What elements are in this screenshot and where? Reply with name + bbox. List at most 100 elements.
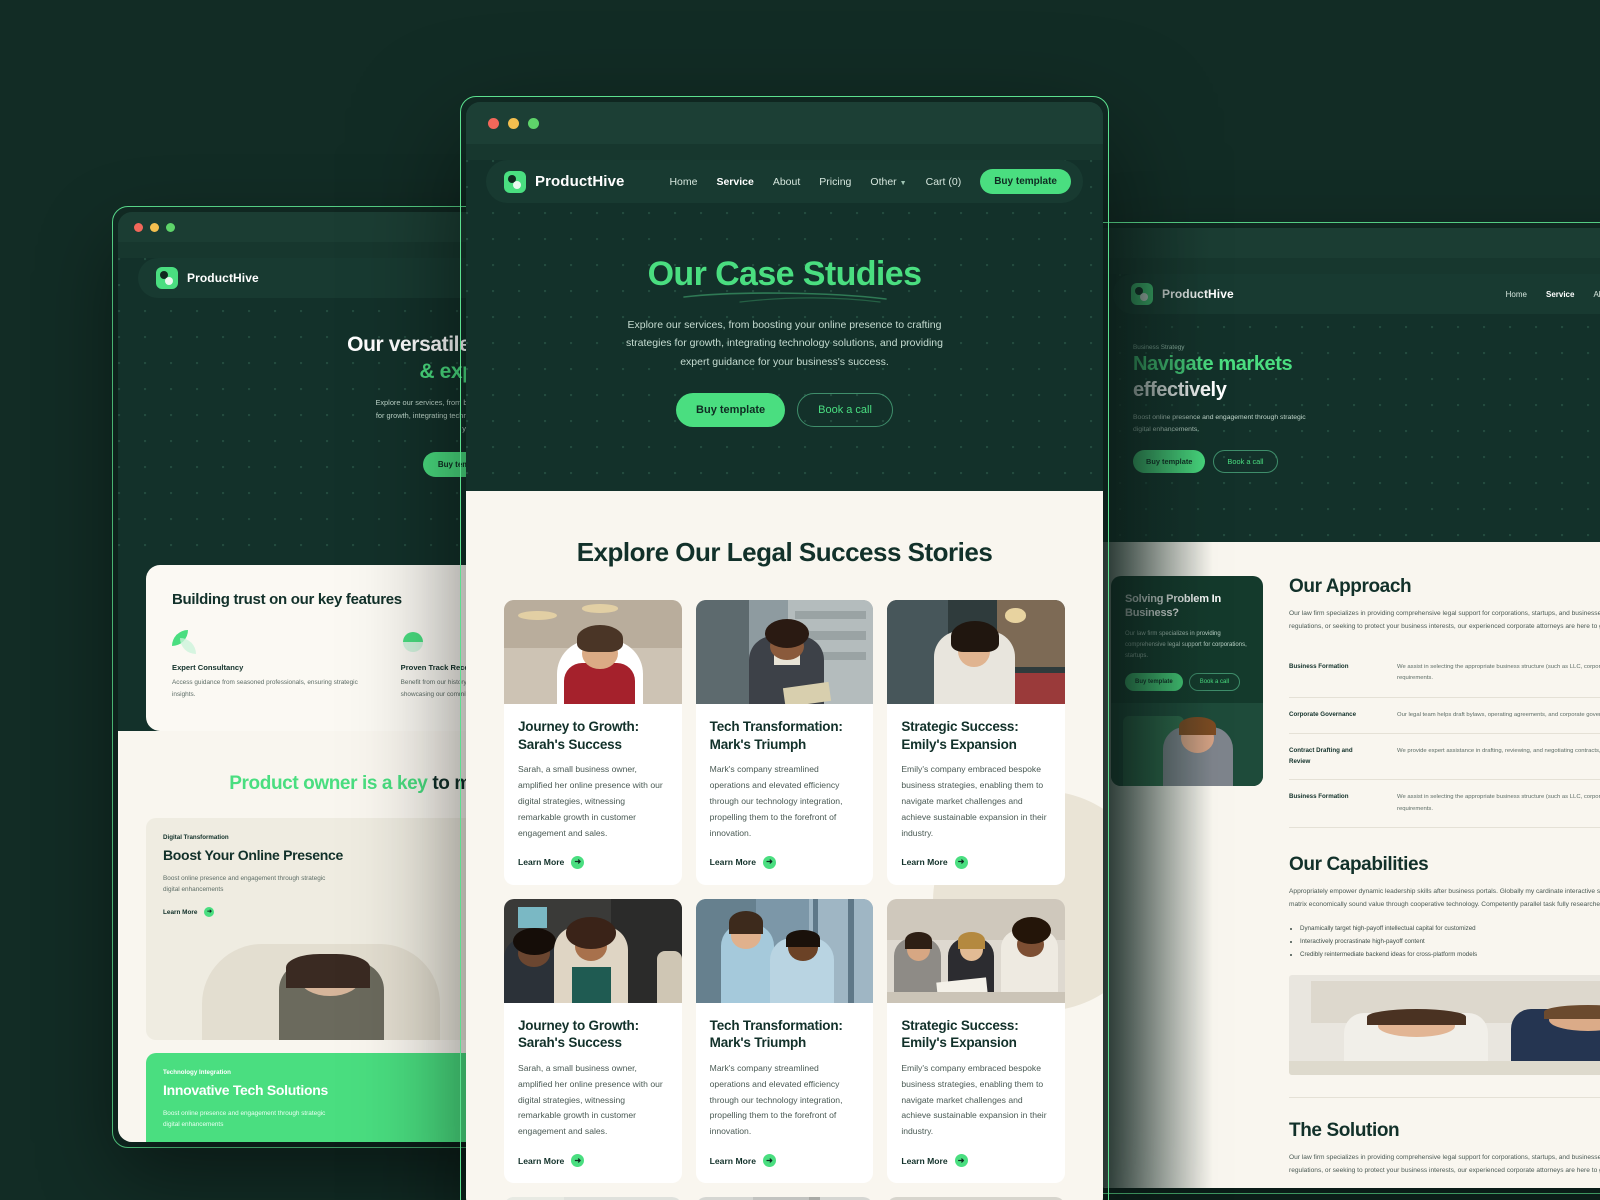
case-study-card[interactable]: Journey to Growth: Sarah's Success Sarah… bbox=[504, 898, 682, 1184]
definition-term: Contract Drafting and Review bbox=[1289, 747, 1353, 765]
service-card-tag: Technology Integration bbox=[163, 1069, 231, 1077]
case-study-grid: Journey to Growth: Sarah's Success Sarah… bbox=[466, 600, 1103, 1200]
right-navbar: ProductHive Home Service About Pricing O… bbox=[1113, 274, 1600, 314]
section-title: Explore Our Legal Success Stories bbox=[576, 537, 993, 568]
learn-more-link[interactable]: Learn More ➜ bbox=[709, 855, 860, 869]
case-study-card[interactable]: Tech Transformation: Mark's Triumph Mark… bbox=[695, 600, 874, 885]
learn-more-link[interactable]: Learn More ➜ bbox=[901, 1154, 1051, 1168]
card-body: Journey to Growth: Sarah's Success Sarah… bbox=[504, 704, 682, 885]
hive-logo-icon bbox=[504, 170, 526, 193]
learn-more-label: Learn More bbox=[163, 908, 198, 916]
case-study-card[interactable]: Journey to Growth: Sarah's Success Sarah… bbox=[504, 600, 682, 885]
right-book-call-button[interactable]: Book a call bbox=[1213, 450, 1278, 474]
definition-row: Contract Drafting and Review We provide … bbox=[1289, 734, 1600, 781]
nav-item-about[interactable]: About bbox=[773, 176, 800, 188]
nav-item-pricing[interactable]: Pricing bbox=[819, 176, 851, 188]
brand-name: ProductHive bbox=[187, 271, 259, 285]
learn-more-link[interactable]: Learn More ➜ bbox=[709, 1154, 860, 1168]
definition-row: Business Formation We assist in selectin… bbox=[1289, 780, 1600, 829]
capabilities-lead: Appropriately empower dynamic leadership… bbox=[1289, 888, 1600, 909]
nav-item-service[interactable]: Service bbox=[1546, 290, 1574, 299]
definition-term: Business Formation bbox=[1289, 793, 1349, 801]
hero-buttons: Buy template Book a call bbox=[546, 393, 1023, 428]
maximize-traffic-light-icon[interactable] bbox=[166, 222, 175, 232]
hero-buy-template-button[interactable]: Buy template bbox=[676, 393, 786, 428]
learn-more-label: Learn More bbox=[518, 1155, 565, 1166]
learn-more-link[interactable]: Learn More ➜ bbox=[163, 907, 480, 918]
right-window-titlebar bbox=[1093, 228, 1600, 258]
learn-more-label: Learn More bbox=[709, 857, 756, 868]
hero-book-call-button[interactable]: Book a call bbox=[797, 393, 893, 428]
arrow-right-icon: ➜ bbox=[954, 1154, 968, 1168]
service-card[interactable]: Digital Transformation Boost Your Online… bbox=[146, 818, 497, 1041]
learn-more-label: Learn More bbox=[901, 1155, 948, 1166]
center-hero-content: Our Case Studies Explore our services, f… bbox=[466, 203, 1103, 491]
card-photo bbox=[887, 898, 1065, 1003]
learn-more-link[interactable]: Learn More ➜ bbox=[518, 855, 668, 869]
nav-item-about[interactable]: About bbox=[1593, 290, 1600, 299]
learn-more-label: Learn More bbox=[709, 1155, 756, 1166]
feature-title: Expert Consultancy bbox=[172, 662, 244, 672]
right-main-column: Our Approach Our law firm specializes in… bbox=[1263, 576, 1600, 1188]
buy-template-button[interactable]: Buy template bbox=[980, 169, 1071, 194]
minimize-traffic-light-icon[interactable] bbox=[150, 222, 159, 232]
card-desc: Sarah, a small business owner, amplified… bbox=[518, 764, 663, 838]
right-brand[interactable]: ProductHive bbox=[1131, 283, 1234, 305]
learn-more-label: Learn More bbox=[518, 857, 565, 868]
maximize-traffic-light-icon[interactable] bbox=[528, 117, 539, 129]
capabilities-heading: Our Capabilities bbox=[1289, 854, 1429, 876]
quarter-pie-icon bbox=[172, 629, 196, 654]
case-study-card[interactable]: Tech Transformation: Mark's Triumph Mark… bbox=[695, 898, 874, 1184]
service-card-title: Innovative Tech Solutions bbox=[163, 1082, 328, 1099]
right-buy-template-button[interactable]: Buy template bbox=[1133, 450, 1206, 474]
case-study-card[interactable]: Strategic Success: Emily's Expansion Emi… bbox=[887, 898, 1065, 1184]
center-hero-section: ProductHive Home Service About Pricing O… bbox=[466, 160, 1103, 492]
arrow-right-icon: ➜ bbox=[762, 1154, 776, 1168]
center-nav-links: Home Service About Pricing Other ▼ Cart (… bbox=[669, 169, 1071, 194]
nav-item-home[interactable]: Home bbox=[669, 176, 697, 188]
close-traffic-light-icon[interactable] bbox=[134, 222, 143, 232]
minimize-traffic-light-icon[interactable] bbox=[508, 117, 519, 129]
left-brand[interactable]: ProductHive bbox=[156, 267, 259, 289]
solving-problem-card: Solving Problem In Business? Our law fir… bbox=[1111, 576, 1263, 786]
close-traffic-light-icon[interactable] bbox=[488, 117, 499, 129]
capability-bullet: Interactively procrastinate high-payoff … bbox=[1300, 935, 1600, 948]
service-card[interactable]: Technology Integration Innovative Tech S… bbox=[146, 1053, 497, 1142]
right-content-body: Solving Problem In Business? Our law fir… bbox=[1093, 542, 1600, 1188]
sticky-buy-template-button[interactable]: Buy template bbox=[1125, 672, 1183, 691]
nav-item-home[interactable]: Home bbox=[1506, 290, 1527, 299]
approach-heading: Our Approach bbox=[1289, 576, 1412, 597]
learn-more-link[interactable]: Learn More ➜ bbox=[518, 1154, 668, 1168]
card-title: Strategic Success: Emily's Expansion bbox=[901, 719, 1019, 752]
card-title: Journey to Growth: Sarah's Success bbox=[518, 1017, 639, 1051]
center-browser-window: ProductHive Home Service About Pricing O… bbox=[466, 102, 1103, 1200]
learn-more-link[interactable]: Learn More ➜ bbox=[901, 855, 1051, 869]
definition-term: Business Formation bbox=[1289, 662, 1349, 670]
sticky-book-call-button[interactable]: Book a call bbox=[1188, 672, 1241, 691]
sticky-card-desc: Our law firm specializes in providing co… bbox=[1125, 630, 1247, 659]
half-dome-icon bbox=[401, 630, 425, 654]
right-hero-subtitle: Boost online presence and engagement thr… bbox=[1133, 414, 1306, 434]
definition-desc: Our legal team helps draft bylaws, opera… bbox=[1397, 711, 1600, 718]
definition-row: Corporate Governance Our legal team help… bbox=[1289, 698, 1600, 735]
arrow-right-icon: ➜ bbox=[204, 907, 215, 918]
case-study-card[interactable]: Strategic Success: Emily's Expansion Emi… bbox=[887, 600, 1065, 885]
nav-item-cart[interactable]: Cart (0) bbox=[926, 176, 962, 188]
sticky-card-title: Solving Problem In Business? bbox=[1125, 593, 1222, 620]
nav-item-other[interactable]: Other▼ bbox=[870, 176, 906, 188]
center-brand[interactable]: ProductHive bbox=[504, 170, 625, 193]
service-card-tag: Digital Transformation bbox=[163, 834, 229, 842]
arrow-right-icon: ➜ bbox=[954, 855, 968, 869]
arrow-right-icon: ➜ bbox=[571, 1154, 585, 1168]
nav-item-service[interactable]: Service bbox=[716, 176, 753, 188]
card-desc: Sarah, a small business owner, amplified… bbox=[518, 1062, 663, 1137]
service-card-desc: Boost online presence and engagement thr… bbox=[163, 874, 326, 894]
approach-lead: Our law firm specializes in providing co… bbox=[1289, 610, 1600, 630]
right-hero-section: ProductHive Home Service About Pricing O… bbox=[1093, 274, 1600, 542]
brand-name: ProductHive bbox=[535, 173, 625, 190]
card-desc: Mark's company streamlined operations an… bbox=[709, 1062, 843, 1137]
capability-bullet: Credibly reintermediate backend ideas fo… bbox=[1300, 948, 1600, 961]
card-desc: Emily's company embraced bespoke busines… bbox=[901, 1062, 1047, 1137]
card-title: Tech Transformation: Mark's Triumph bbox=[709, 719, 843, 752]
definition-row: Business Formation We assist in selectin… bbox=[1289, 650, 1600, 698]
